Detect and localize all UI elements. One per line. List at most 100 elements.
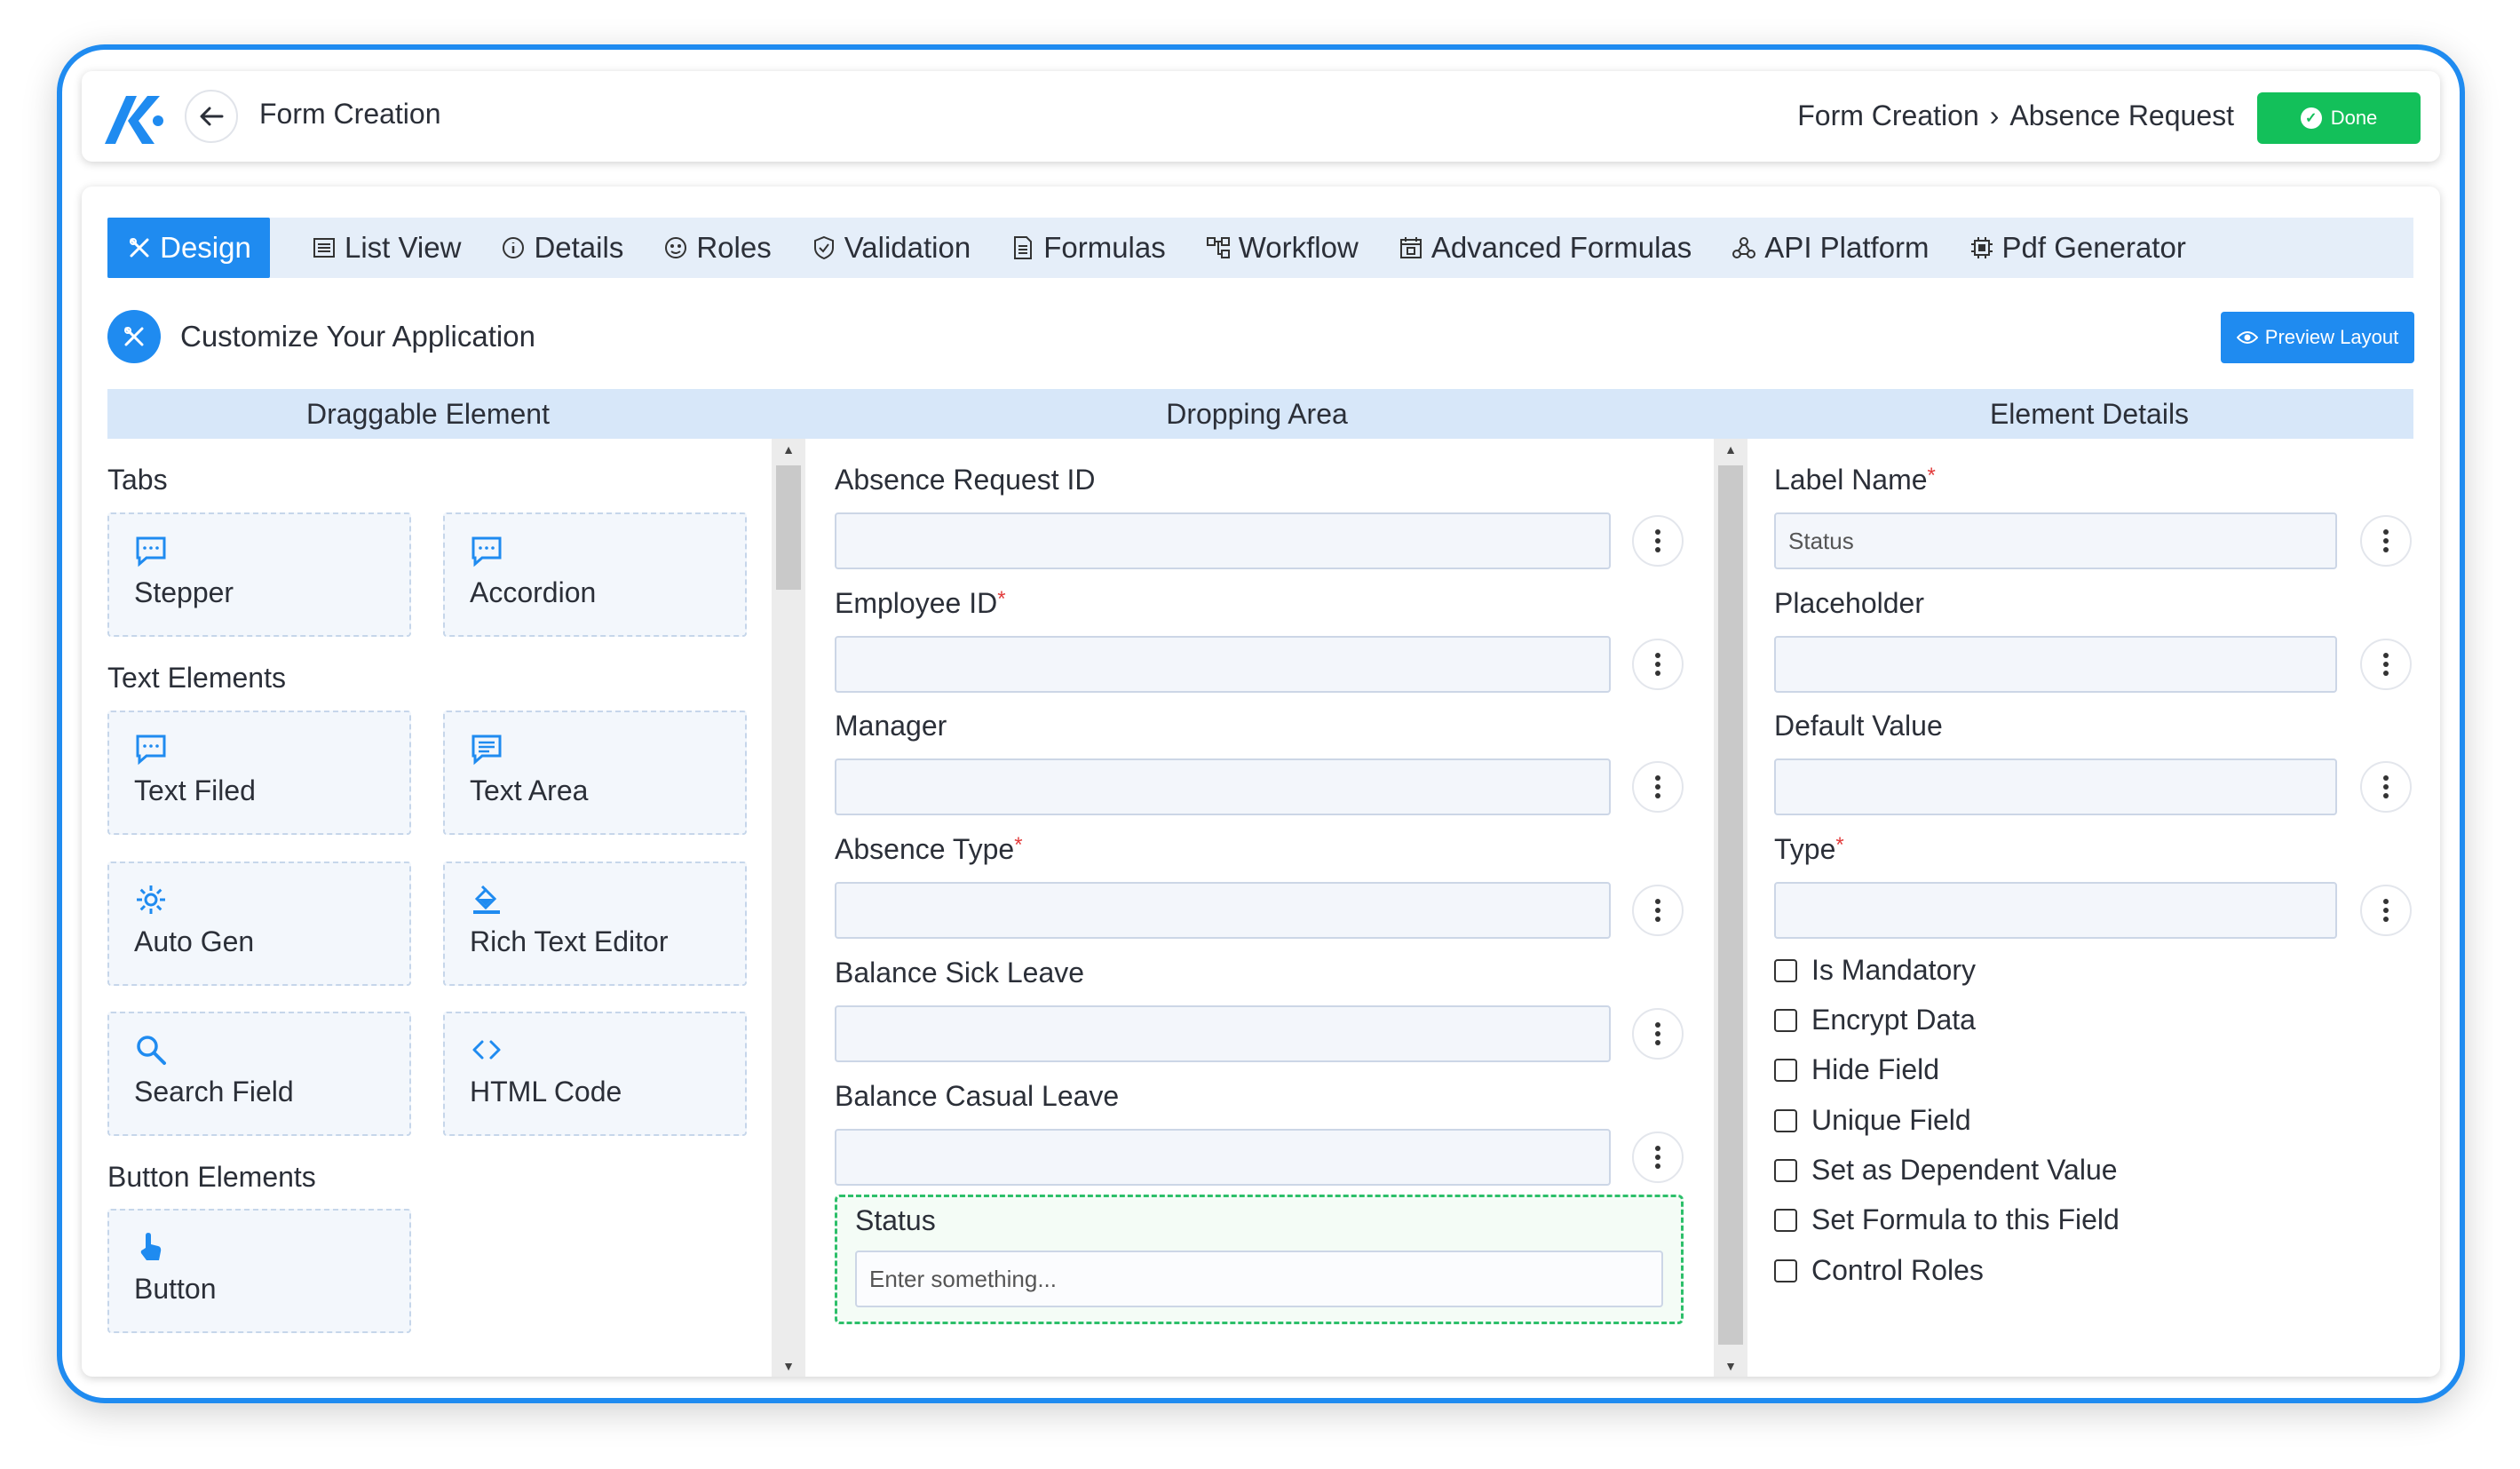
- field-options-button[interactable]: [1632, 515, 1684, 567]
- label-name-input[interactable]: Status: [1774, 512, 2337, 569]
- field-options-button[interactable]: [1632, 639, 1684, 690]
- scroll-up-arrow[interactable]: ▲: [1714, 439, 1747, 460]
- scroll-thumb[interactable]: [776, 465, 801, 590]
- selected-field-input[interactable]: Enter something...: [855, 1251, 1663, 1307]
- info-icon: [503, 237, 525, 258]
- drag-item-accordion[interactable]: Accordion: [443, 512, 747, 637]
- tab-workflow[interactable]: Workflow: [1185, 218, 1378, 278]
- check-circle-icon: ✓: [2300, 107, 2322, 129]
- drop-field-input[interactable]: [835, 758, 1611, 815]
- drop-field-label: Absence Type*: [835, 833, 1023, 865]
- scroll-up-arrow[interactable]: ▲: [772, 439, 805, 460]
- dropping-scrollbar[interactable]: ▲ ▼: [1714, 439, 1747, 1377]
- field-options-button[interactable]: [2360, 761, 2412, 813]
- section-title-tabs: Tabs: [107, 464, 168, 496]
- code-icon: [472, 1040, 501, 1060]
- checkbox[interactable]: [1774, 1158, 1797, 1182]
- arrow-left-icon: [200, 107, 224, 126]
- type-input[interactable]: [1774, 882, 2337, 939]
- tab-label: Design: [160, 231, 251, 264]
- drop-field-label: Employee ID*: [835, 587, 1006, 619]
- checkbox[interactable]: [1774, 1208, 1797, 1232]
- checkbox-label: Set as Dependent Value: [1811, 1154, 2118, 1186]
- field-options-button[interactable]: [1632, 885, 1684, 936]
- drop-field-input[interactable]: [835, 882, 1611, 939]
- checkbox-set-formula[interactable]: Set Formula to this Field: [1774, 1203, 2120, 1236]
- draggable-scrollbar[interactable]: ▲ ▼: [772, 439, 805, 1377]
- drag-item-rich-text-editor[interactable]: Rich Text Editor: [443, 862, 747, 986]
- checkbox-label: Set Formula to this Field: [1811, 1203, 2120, 1235]
- checkbox-hide-field[interactable]: Hide Field: [1774, 1053, 1939, 1086]
- drag-item-label: Auto Gen: [134, 925, 255, 957]
- field-options-button[interactable]: [2360, 639, 2412, 690]
- scroll-down-arrow[interactable]: ▼: [772, 1355, 805, 1377]
- drop-field-input[interactable]: [835, 512, 1611, 569]
- tab-list-view[interactable]: List View: [291, 218, 480, 278]
- checkbox-is-mandatory[interactable]: Is Mandatory: [1774, 954, 1976, 987]
- checkbox-set-as-dependent-value[interactable]: Set as Dependent Value: [1774, 1154, 2118, 1187]
- checkbox-label: Hide Field: [1811, 1053, 1940, 1085]
- field-options-button[interactable]: [1632, 1132, 1684, 1183]
- tab-api-platform[interactable]: API Platform: [1711, 218, 1948, 278]
- document-icon: [1014, 236, 1033, 259]
- placeholder-input[interactable]: [1774, 636, 2337, 693]
- drag-item-auto-gen[interactable]: Auto Gen: [107, 862, 411, 986]
- checkbox[interactable]: [1774, 1108, 1797, 1132]
- page-title: Form Creation: [259, 98, 441, 130]
- checkbox[interactable]: [1774, 1058, 1797, 1082]
- checkbox-label: Encrypt Data: [1811, 1004, 1976, 1036]
- checkbox-encrypt-data[interactable]: Encrypt Data: [1774, 1004, 1976, 1036]
- checkbox-label: Unique Field: [1811, 1104, 1971, 1136]
- detail-field-label: Type*: [1774, 833, 1844, 865]
- gear-icon: [137, 885, 165, 914]
- detail-field-label: Placeholder: [1774, 587, 1924, 619]
- tab-advanced-formulas[interactable]: Advanced Formulas: [1378, 218, 1711, 278]
- scroll-thumb[interactable]: [1718, 465, 1743, 1345]
- paint-bucket-icon: [473, 885, 500, 914]
- chip-icon: [1970, 237, 1993, 258]
- default-value-input[interactable]: [1774, 758, 2337, 815]
- design-icon: [107, 310, 161, 363]
- tab-pdf-generator[interactable]: Pdf Generator: [1949, 218, 2206, 278]
- tab-formulas[interactable]: Formulas: [990, 218, 1185, 278]
- drop-field-input[interactable]: [835, 1129, 1611, 1186]
- kebab-icon: [1655, 774, 1660, 800]
- tab-label: Workflow: [1238, 231, 1359, 264]
- drag-item-label: Stepper: [134, 576, 234, 608]
- tab-design[interactable]: Design: [107, 218, 270, 278]
- section-title-button-elements: Button Elements: [107, 1161, 316, 1193]
- tab-label: Advanced Formulas: [1430, 231, 1692, 264]
- drag-item-text-area[interactable]: Text Area: [443, 711, 747, 835]
- field-options-button[interactable]: [1632, 1008, 1684, 1060]
- tab-details[interactable]: Details: [480, 218, 643, 278]
- checkbox[interactable]: [1774, 1259, 1797, 1282]
- drag-item-stepper[interactable]: Stepper: [107, 512, 411, 637]
- top-bar: Form Creation Form Creation › Absence Re…: [82, 71, 2440, 162]
- draggable-column-header: Draggable Element: [107, 389, 749, 439]
- field-options-button[interactable]: [2360, 885, 2412, 936]
- drag-item-label: Text Area: [470, 774, 589, 806]
- breadcrumb-item[interactable]: Form Creation: [1797, 99, 1979, 132]
- checkbox[interactable]: [1774, 958, 1797, 982]
- drag-item-text-filed[interactable]: Text Filed: [107, 711, 411, 835]
- scroll-down-arrow[interactable]: ▼: [1714, 1355, 1747, 1377]
- message-icon: [136, 536, 166, 568]
- eye-icon: [2236, 331, 2258, 344]
- drag-item-html-code[interactable]: HTML Code: [443, 1012, 747, 1136]
- checkbox-unique-field[interactable]: Unique Field: [1774, 1104, 1971, 1137]
- selected-field-status[interactable]: Status Enter something...: [835, 1195, 1684, 1324]
- checkbox[interactable]: [1774, 1008, 1797, 1032]
- preview-layout-button[interactable]: Preview Layout: [2221, 312, 2414, 363]
- tab-validation[interactable]: Validation: [791, 218, 991, 278]
- drag-item-label: Accordion: [470, 576, 597, 608]
- drag-item-search-field[interactable]: Search Field: [107, 1012, 411, 1136]
- drop-field-input[interactable]: [835, 1005, 1611, 1062]
- field-options-button[interactable]: [2360, 515, 2412, 567]
- done-button[interactable]: ✓ Done: [2257, 92, 2421, 144]
- drag-item-button[interactable]: Button: [107, 1209, 411, 1333]
- field-options-button[interactable]: [1632, 761, 1684, 813]
- tab-roles[interactable]: Roles: [643, 218, 790, 278]
- back-button[interactable]: [185, 90, 238, 143]
- drop-field-input[interactable]: [835, 636, 1611, 693]
- checkbox-control-roles[interactable]: Control Roles: [1774, 1254, 1984, 1287]
